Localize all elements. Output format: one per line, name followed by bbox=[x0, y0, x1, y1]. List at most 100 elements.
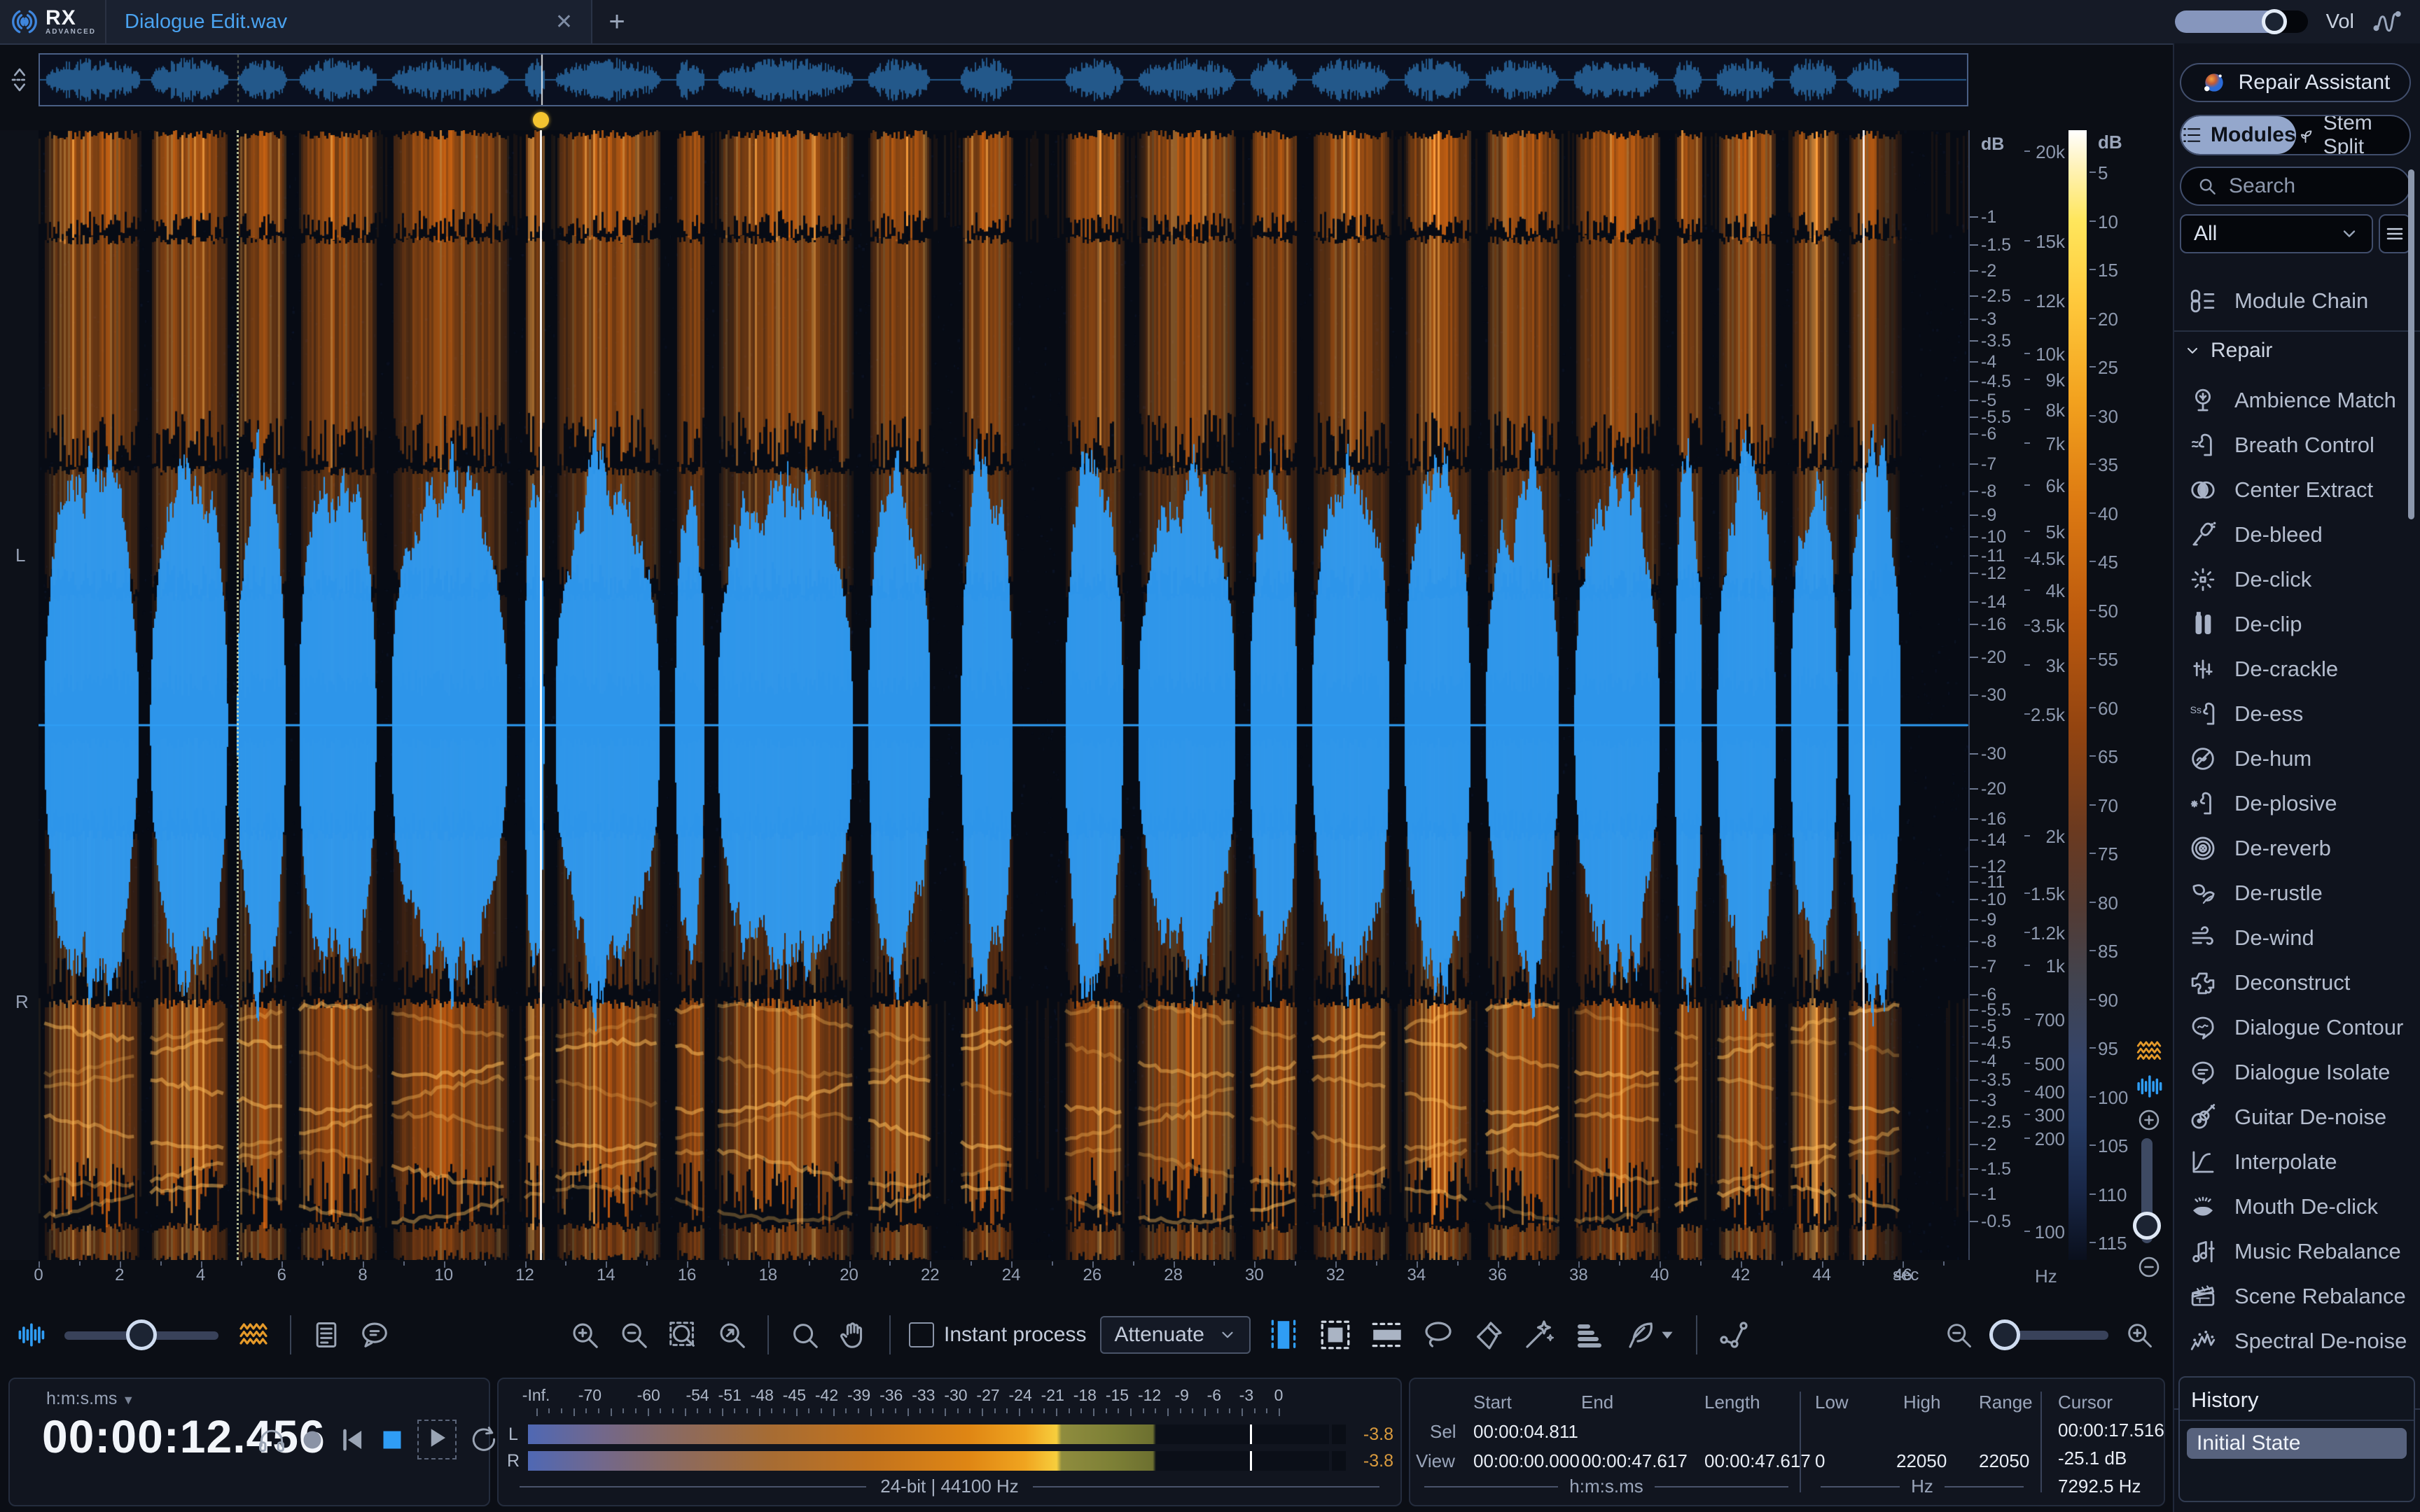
playhead-line[interactable] bbox=[540, 130, 542, 1260]
module-list-options-button[interactable] bbox=[2379, 214, 2411, 253]
spectrogram-colorbar[interactable] bbox=[2068, 130, 2087, 1260]
play-button[interactable] bbox=[417, 1420, 457, 1460]
sel-start-value[interactable]: 00:00:04.811 bbox=[1473, 1421, 1578, 1443]
freq-selection-tool-icon[interactable] bbox=[1370, 1317, 1405, 1352]
tab-modules[interactable]: Modules bbox=[2181, 116, 2296, 154]
module-chain-item[interactable]: Module Chain bbox=[2174, 280, 2420, 322]
amp-tick bbox=[1970, 1060, 1978, 1062]
feather-tool-icon[interactable] bbox=[1623, 1318, 1657, 1352]
feather-dropdown-icon[interactable] bbox=[1658, 1326, 1676, 1344]
waveform-blend-icon[interactable] bbox=[15, 1320, 46, 1350]
instant-process-checkbox[interactable] bbox=[909, 1322, 934, 1348]
time-format-select[interactable]: h:m:s.ms ▼ bbox=[46, 1389, 134, 1409]
module-item-interpolate[interactable]: Interpolate bbox=[2174, 1141, 2420, 1183]
clipboard-icon[interactable] bbox=[311, 1320, 342, 1350]
module-item-music-rebalance[interactable]: Music Rebalance bbox=[2174, 1231, 2420, 1273]
spectrogram-mode-icon[interactable] bbox=[2134, 1037, 2164, 1066]
blend-knob[interactable] bbox=[126, 1320, 157, 1350]
time-ruler[interactable]: 0246810121416182022242628303234363840424… bbox=[39, 1261, 1968, 1289]
clip-indicator-right[interactable] bbox=[1329, 1451, 1346, 1471]
module-item-de-bleed[interactable]: De-bleed bbox=[2174, 514, 2420, 556]
history-item[interactable]: Initial State bbox=[2187, 1428, 2407, 1459]
zoom-in-icon[interactable] bbox=[569, 1319, 601, 1351]
new-tab-button[interactable]: + bbox=[592, 0, 641, 43]
module-filter-select[interactable]: All bbox=[2180, 214, 2373, 253]
module-item-deconstruct[interactable]: Deconstruct bbox=[2174, 962, 2420, 1004]
stop-button[interactable] bbox=[378, 1426, 406, 1454]
colorbar-zoom-knob[interactable] bbox=[2133, 1212, 2161, 1240]
module-item-ambience-match[interactable]: Ambience Match bbox=[2174, 379, 2420, 421]
module-item-guitar-de-noise[interactable]: Guitar De-noise bbox=[2174, 1096, 2420, 1138]
deconstruct-icon bbox=[2188, 968, 2218, 997]
module-item-de-plosive[interactable]: De-plosive bbox=[2174, 783, 2420, 825]
signal-flow-icon[interactable] bbox=[2372, 6, 2403, 37]
colorbar-zoom-out-icon[interactable] bbox=[2136, 1254, 2162, 1280]
signal-chain-icon[interactable] bbox=[1717, 1318, 1751, 1352]
meter-scale-label: -33 bbox=[912, 1386, 935, 1405]
playhead-handle[interactable] bbox=[533, 112, 549, 128]
brush-tool-icon[interactable] bbox=[1472, 1318, 1505, 1352]
module-item-breath-control[interactable]: Breath Control bbox=[2174, 424, 2420, 466]
module-item-de-wind[interactable]: De-wind bbox=[2174, 917, 2420, 959]
rewind-button[interactable] bbox=[338, 1425, 367, 1455]
horizontal-zoom-slider[interactable] bbox=[1989, 1320, 2108, 1350]
repair-assistant-button[interactable]: Repair Assistant bbox=[2180, 63, 2411, 102]
gain-bars-icon[interactable] bbox=[1573, 1318, 1606, 1352]
hand-tool-icon[interactable] bbox=[837, 1319, 870, 1351]
module-item-spectral-de-noise[interactable]: Spectral De-noise bbox=[2174, 1320, 2420, 1362]
record-button[interactable] bbox=[298, 1426, 326, 1454]
magnify-tool-icon[interactable] bbox=[788, 1319, 821, 1351]
zoom-fit-icon[interactable] bbox=[716, 1319, 748, 1351]
module-item-de-hum[interactable]: De-hum bbox=[2174, 738, 2420, 780]
module-item-center-extract[interactable]: Center Extract bbox=[2174, 469, 2420, 511]
vertical-scale-toggle-icon[interactable] bbox=[6, 57, 34, 102]
loop-button[interactable] bbox=[468, 1424, 499, 1455]
hzoom-out-icon[interactable] bbox=[1943, 1320, 1974, 1350]
waveform-overview[interactable] bbox=[39, 53, 1968, 106]
waveform-mode-icon[interactable] bbox=[2134, 1072, 2164, 1101]
freq-label: 2.5k bbox=[2031, 704, 2065, 726]
range-value[interactable]: 22050 bbox=[1979, 1450, 2029, 1472]
time-freq-selection-tool-icon[interactable] bbox=[1318, 1317, 1353, 1352]
module-list-scrollbar[interactable] bbox=[2408, 169, 2414, 519]
monitor-icon[interactable] bbox=[256, 1424, 287, 1455]
zoom-selection-icon[interactable] bbox=[667, 1319, 699, 1351]
hzoom-knob[interactable] bbox=[1989, 1320, 2020, 1350]
time-selection-tool-icon[interactable] bbox=[1266, 1317, 1301, 1352]
freq-label: 4k bbox=[2046, 580, 2065, 602]
waveform-spectrogram-blend-slider[interactable] bbox=[64, 1320, 218, 1350]
hzoom-in-icon[interactable] bbox=[2124, 1320, 2155, 1350]
high-value[interactable]: 22050 bbox=[1896, 1450, 1947, 1472]
tab-stem-split[interactable]: Stem Split bbox=[2296, 116, 2409, 154]
selection-start-line[interactable] bbox=[237, 130, 239, 1260]
view-start-value[interactable]: 00:00:00.000 bbox=[1473, 1450, 1580, 1472]
zoom-out-icon[interactable] bbox=[618, 1319, 650, 1351]
magic-wand-tool-icon[interactable] bbox=[1522, 1318, 1556, 1352]
module-item-scene-rebalance[interactable]: Scene Rebalance bbox=[2174, 1275, 2420, 1317]
repair-section-header[interactable]: Repair bbox=[2174, 330, 2420, 370]
module-item-de-click[interactable]: De-click bbox=[2174, 559, 2420, 601]
process-mode-select[interactable]: Attenuate bbox=[1100, 1316, 1250, 1354]
file-tab[interactable]: Dialogue Edit.wav ✕ bbox=[106, 0, 592, 43]
volume-slider[interactable] bbox=[2175, 10, 2308, 33]
clip-indicator-left[interactable] bbox=[1329, 1424, 1346, 1444]
view-end-value[interactable]: 00:00:47.617 bbox=[1581, 1450, 1688, 1472]
volume-knob[interactable] bbox=[2262, 9, 2287, 34]
module-search-input[interactable]: Search bbox=[2180, 167, 2411, 206]
spectrogram-view[interactable] bbox=[39, 130, 1968, 1260]
colorbar-zoom-in-icon[interactable] bbox=[2136, 1107, 2162, 1133]
module-item-de-crackle[interactable]: De-crackle bbox=[2174, 648, 2420, 690]
tab-close-icon[interactable]: ✕ bbox=[555, 10, 573, 34]
module-item-de-reverb[interactable]: De-reverb bbox=[2174, 827, 2420, 869]
spectrogram-blend-icon[interactable] bbox=[237, 1318, 270, 1352]
module-item-dialogue-contour[interactable]: Dialogue Contour bbox=[2174, 1007, 2420, 1049]
module-item-de-rustle[interactable]: De-rustle bbox=[2174, 872, 2420, 914]
view-length-value[interactable]: 00:00:47.617 bbox=[1704, 1450, 1811, 1472]
lasso-tool-icon[interactable] bbox=[1421, 1318, 1455, 1352]
module-item-mouth-de-click[interactable]: Mouth De-click bbox=[2174, 1186, 2420, 1228]
module-item-de-clip[interactable]: De-clip bbox=[2174, 603, 2420, 645]
module-item-dialogue-isolate[interactable]: Dialogue Isolate bbox=[2174, 1051, 2420, 1093]
comment-icon[interactable] bbox=[359, 1319, 391, 1351]
low-value[interactable]: 0 bbox=[1815, 1450, 1825, 1472]
module-item-de-ess[interactable]: SsDe-ess bbox=[2174, 693, 2420, 735]
